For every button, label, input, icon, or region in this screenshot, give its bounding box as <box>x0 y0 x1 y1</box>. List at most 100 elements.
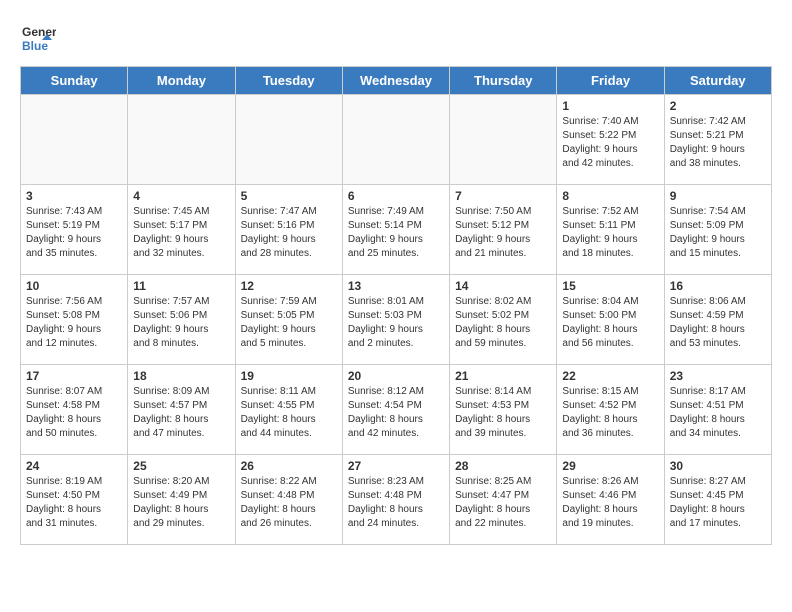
day-info: Sunrise: 8:02 AM Sunset: 5:02 PM Dayligh… <box>455 295 551 351</box>
calendar-cell: 5 Sunrise: 7:47 AM Sunset: 5:16 PM Daylig… <box>235 185 342 275</box>
calendar-cell: 22 Sunrise: 8:15 AM Sunset: 4:52 PM Dayli… <box>557 365 664 455</box>
day-number: 25 <box>133 459 229 473</box>
day-number: 11 <box>133 279 229 293</box>
weekday-header-tuesday: Tuesday <box>235 67 342 95</box>
calendar-cell: 15 Sunrise: 8:04 AM Sunset: 5:00 PM Dayli… <box>557 275 664 365</box>
calendar-cell <box>450 95 557 185</box>
day-info: Sunrise: 7:54 AM Sunset: 5:09 PM Dayligh… <box>670 205 766 261</box>
day-number: 30 <box>670 459 766 473</box>
day-info: Sunrise: 8:27 AM Sunset: 4:45 PM Dayligh… <box>670 475 766 531</box>
day-info: Sunrise: 7:40 AM Sunset: 5:22 PM Dayligh… <box>562 115 658 171</box>
day-info: Sunrise: 7:59 AM Sunset: 5:05 PM Dayligh… <box>241 295 337 351</box>
calendar-cell: 10 Sunrise: 7:56 AM Sunset: 5:08 PM Dayli… <box>21 275 128 365</box>
svg-text:General: General <box>22 25 56 39</box>
calendar-cell: 18 Sunrise: 8:09 AM Sunset: 4:57 PM Dayli… <box>128 365 235 455</box>
calendar-cell: 4Sunrise: 7:45 AM Sunset: 5:17 PM Daylig… <box>128 185 235 275</box>
day-info: Sunrise: 7:47 AM Sunset: 5:16 PM Dayligh… <box>241 205 337 261</box>
day-info: Sunrise: 8:25 AM Sunset: 4:47 PM Dayligh… <box>455 475 551 531</box>
calendar-cell: 6 Sunrise: 7:49 AM Sunset: 5:14 PM Daylig… <box>342 185 449 275</box>
day-info: Sunrise: 7:43 AM Sunset: 5:19 PM Dayligh… <box>26 205 122 261</box>
logo: General Blue <box>20 20 56 56</box>
day-info: Sunrise: 8:04 AM Sunset: 5:00 PM Dayligh… <box>562 295 658 351</box>
calendar-cell: 23 Sunrise: 8:17 AM Sunset: 4:51 PM Dayli… <box>664 365 771 455</box>
day-info: Sunrise: 8:15 AM Sunset: 4:52 PM Dayligh… <box>562 385 658 441</box>
day-number: 14 <box>455 279 551 293</box>
calendar-cell: 27 Sunrise: 8:23 AM Sunset: 4:48 PM Dayli… <box>342 455 449 545</box>
day-number: 8 <box>562 189 658 203</box>
week-row-4: 24 Sunrise: 8:19 AM Sunset: 4:50 PM Dayli… <box>21 455 772 545</box>
calendar-cell <box>342 95 449 185</box>
weekday-header-saturday: Saturday <box>664 67 771 95</box>
calendar-cell: 28 Sunrise: 8:25 AM Sunset: 4:47 PM Dayli… <box>450 455 557 545</box>
day-info: Sunrise: 8:26 AM Sunset: 4:46 PM Dayligh… <box>562 475 658 531</box>
day-info: Sunrise: 8:23 AM Sunset: 4:48 PM Dayligh… <box>348 475 444 531</box>
day-number: 23 <box>670 369 766 383</box>
week-row-0: 1Sunrise: 7:40 AM Sunset: 5:22 PM Daylig… <box>21 95 772 185</box>
day-number: 7 <box>455 189 551 203</box>
calendar-cell: 29 Sunrise: 8:26 AM Sunset: 4:46 PM Dayli… <box>557 455 664 545</box>
day-number: 24 <box>26 459 122 473</box>
day-info: Sunrise: 8:19 AM Sunset: 4:50 PM Dayligh… <box>26 475 122 531</box>
day-number: 19 <box>241 369 337 383</box>
day-number: 28 <box>455 459 551 473</box>
calendar-cell: 8 Sunrise: 7:52 AM Sunset: 5:11 PM Daylig… <box>557 185 664 275</box>
calendar-cell: 9Sunrise: 7:54 AM Sunset: 5:09 PM Daylig… <box>664 185 771 275</box>
calendar-cell: 3 Sunrise: 7:43 AM Sunset: 5:19 PM Daylig… <box>21 185 128 275</box>
header: General Blue <box>20 20 772 56</box>
day-number: 26 <box>241 459 337 473</box>
day-info: Sunrise: 7:50 AM Sunset: 5:12 PM Dayligh… <box>455 205 551 261</box>
calendar-cell: 12 Sunrise: 7:59 AM Sunset: 5:05 PM Dayli… <box>235 275 342 365</box>
day-info: Sunrise: 7:49 AM Sunset: 5:14 PM Dayligh… <box>348 205 444 261</box>
weekday-header-sunday: Sunday <box>21 67 128 95</box>
day-info: Sunrise: 8:06 AM Sunset: 4:59 PM Dayligh… <box>670 295 766 351</box>
day-number: 29 <box>562 459 658 473</box>
day-number: 4 <box>133 189 229 203</box>
calendar-cell: 1Sunrise: 7:40 AM Sunset: 5:22 PM Daylig… <box>557 95 664 185</box>
day-info: Sunrise: 8:14 AM Sunset: 4:53 PM Dayligh… <box>455 385 551 441</box>
calendar-cell: 20 Sunrise: 8:12 AM Sunset: 4:54 PM Dayli… <box>342 365 449 455</box>
day-number: 12 <box>241 279 337 293</box>
day-number: 20 <box>348 369 444 383</box>
day-number: 18 <box>133 369 229 383</box>
day-number: 16 <box>670 279 766 293</box>
weekday-header-friday: Friday <box>557 67 664 95</box>
calendar-cell: 26 Sunrise: 8:22 AM Sunset: 4:48 PM Dayli… <box>235 455 342 545</box>
day-number: 3 <box>26 189 122 203</box>
calendar-cell: 2Sunrise: 7:42 AM Sunset: 5:21 PM Daylig… <box>664 95 771 185</box>
weekday-header-wednesday: Wednesday <box>342 67 449 95</box>
day-number: 5 <box>241 189 337 203</box>
day-info: Sunrise: 8:22 AM Sunset: 4:48 PM Dayligh… <box>241 475 337 531</box>
day-info: Sunrise: 7:57 AM Sunset: 5:06 PM Dayligh… <box>133 295 229 351</box>
week-row-2: 10 Sunrise: 7:56 AM Sunset: 5:08 PM Dayli… <box>21 275 772 365</box>
calendar-cell: 7 Sunrise: 7:50 AM Sunset: 5:12 PM Daylig… <box>450 185 557 275</box>
day-info: Sunrise: 7:42 AM Sunset: 5:21 PM Dayligh… <box>670 115 766 171</box>
calendar-cell: 16 Sunrise: 8:06 AM Sunset: 4:59 PM Dayli… <box>664 275 771 365</box>
calendar-cell: 21 Sunrise: 8:14 AM Sunset: 4:53 PM Dayli… <box>450 365 557 455</box>
week-row-1: 3 Sunrise: 7:43 AM Sunset: 5:19 PM Daylig… <box>21 185 772 275</box>
day-info: Sunrise: 8:07 AM Sunset: 4:58 PM Dayligh… <box>26 385 122 441</box>
day-info: Sunrise: 8:17 AM Sunset: 4:51 PM Dayligh… <box>670 385 766 441</box>
day-number: 10 <box>26 279 122 293</box>
day-info: Sunrise: 8:09 AM Sunset: 4:57 PM Dayligh… <box>133 385 229 441</box>
day-number: 21 <box>455 369 551 383</box>
calendar-cell: 25Sunrise: 8:20 AM Sunset: 4:49 PM Dayli… <box>128 455 235 545</box>
day-info: Sunrise: 7:52 AM Sunset: 5:11 PM Dayligh… <box>562 205 658 261</box>
calendar-cell: 13 Sunrise: 8:01 AM Sunset: 5:03 PM Dayli… <box>342 275 449 365</box>
calendar-cell <box>235 95 342 185</box>
day-number: 27 <box>348 459 444 473</box>
calendar-cell: 14 Sunrise: 8:02 AM Sunset: 5:02 PM Dayli… <box>450 275 557 365</box>
day-number: 15 <box>562 279 658 293</box>
day-info: Sunrise: 8:12 AM Sunset: 4:54 PM Dayligh… <box>348 385 444 441</box>
calendar-cell: 30 Sunrise: 8:27 AM Sunset: 4:45 PM Dayli… <box>664 455 771 545</box>
day-number: 6 <box>348 189 444 203</box>
day-info: Sunrise: 8:01 AM Sunset: 5:03 PM Dayligh… <box>348 295 444 351</box>
calendar-cell: 17 Sunrise: 8:07 AM Sunset: 4:58 PM Dayli… <box>21 365 128 455</box>
weekday-header-monday: Monday <box>128 67 235 95</box>
day-info: Sunrise: 7:56 AM Sunset: 5:08 PM Dayligh… <box>26 295 122 351</box>
day-number: 13 <box>348 279 444 293</box>
day-number: 17 <box>26 369 122 383</box>
day-number: 22 <box>562 369 658 383</box>
calendar-cell: 24 Sunrise: 8:19 AM Sunset: 4:50 PM Dayli… <box>21 455 128 545</box>
calendar-cell <box>21 95 128 185</box>
calendar-cell: 19Sunrise: 8:11 AM Sunset: 4:55 PM Dayli… <box>235 365 342 455</box>
